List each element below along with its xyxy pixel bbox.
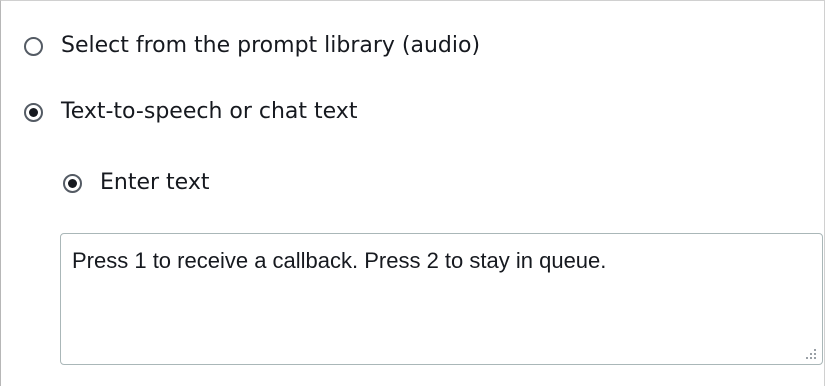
- radio-option-text-to-speech[interactable]: Text-to-speech or chat text: [24, 99, 357, 125]
- radio-label-prompt-library: Select from the prompt library (audio): [61, 33, 481, 58]
- prompt-settings-panel: Select from the prompt library (audio) T…: [0, 0, 825, 386]
- prompt-text-field-container: Press 1 to receive a callback. Press 2 t…: [60, 233, 823, 365]
- radio-label-text-to-speech: Text-to-speech or chat text: [61, 99, 358, 124]
- radio-label-enter-text: Enter text: [100, 170, 210, 195]
- resize-grip-icon[interactable]: [806, 349, 816, 359]
- radio-button-text-to-speech[interactable]: [24, 102, 43, 122]
- radio-button-enter-text[interactable]: [63, 173, 82, 193]
- prompt-text-input[interactable]: Press 1 to receive a callback. Press 2 t…: [61, 234, 822, 364]
- radio-option-prompt-library[interactable]: Select from the prompt library (audio): [24, 33, 480, 59]
- radio-option-enter-text[interactable]: Enter text: [63, 170, 209, 196]
- radio-button-prompt-library[interactable]: [24, 36, 43, 56]
